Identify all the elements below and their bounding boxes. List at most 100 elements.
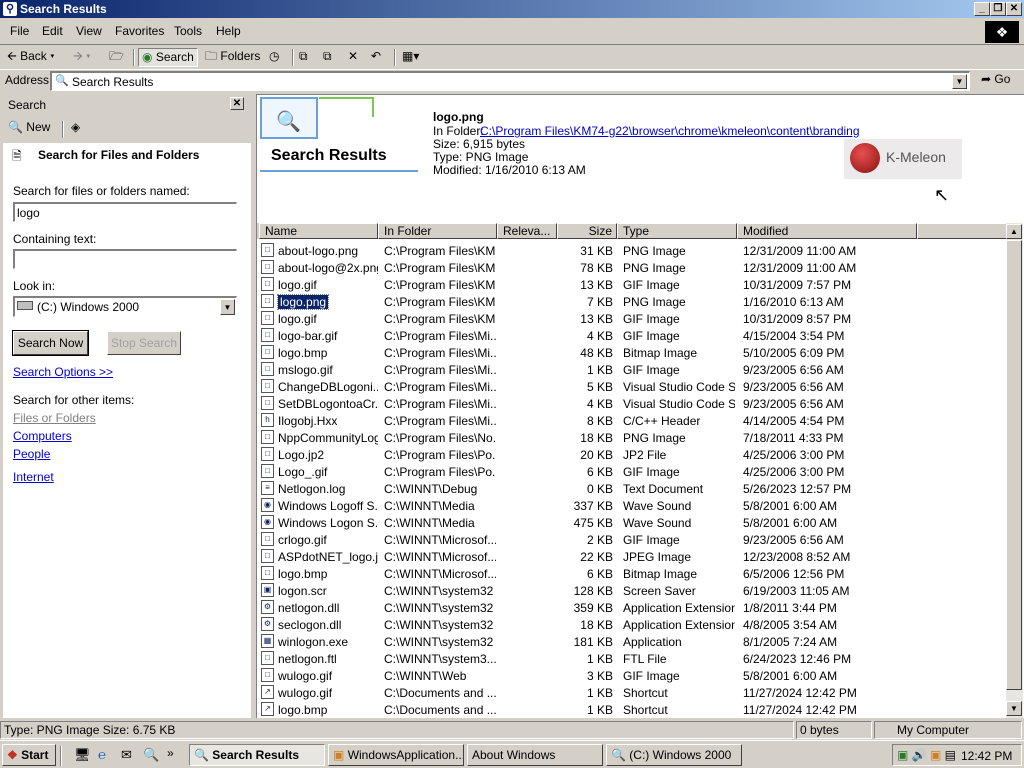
table-row[interactable]: ◉ Windows Logoff S... C:\WINNT\Media 337 KB…: [257, 497, 1007, 514]
table-row[interactable]: □ logo.bmp C:\WINNT\Microsof... 6 KB Bitmap …: [257, 565, 1007, 582]
table-row[interactable]: □ netlogon.ftl C:\WINNT\system3... 1 KB FTL …: [257, 650, 1007, 667]
table-row[interactable]: ⚙ netlogon.dll C:\WINNT\system32 359 KB Appl…: [257, 599, 1007, 616]
tray-app-icon[interactable]: ▣: [930, 748, 941, 762]
table-row[interactable]: □ Logo.jp2 C:\Program Files\Po... 20 KB JP2 …: [257, 446, 1007, 463]
named-input[interactable]: logo: [13, 202, 237, 222]
tray-security-icon[interactable]: ▤: [945, 748, 956, 762]
minimize-button[interactable]: _: [974, 2, 990, 16]
title-bar[interactable]: ⚲ Search Results _ ❐ ✕: [0, 0, 1024, 18]
cell-name: logo-bar.gif: [278, 329, 338, 343]
task-about-windows[interactable]: About Windows: [467, 744, 603, 766]
table-row[interactable]: ↗ logo.bmp C:\Documents and ... 1 KB Shortcu…: [257, 701, 1007, 718]
table-row[interactable]: □ logo.gif C:\Program Files\KM... 13 KB GIF …: [257, 310, 1007, 327]
quicklaunch-search-icon[interactable]: 🔍: [143, 747, 159, 763]
outlook-express-icon[interactable]: ✉: [121, 747, 132, 763]
start-button[interactable]: ❖ Start: [2, 744, 56, 766]
computers-link[interactable]: Computers: [13, 429, 72, 443]
move-to-button[interactable]: ⧉: [296, 48, 311, 67]
column-header-size[interactable]: Size: [557, 223, 617, 239]
table-row[interactable]: ▦ winlogon.exe C:\WINNT\system32 181 KB Appl…: [257, 633, 1007, 650]
undo-icon: ↶: [371, 49, 382, 63]
up-folder-button[interactable]: 🗁: [106, 48, 127, 67]
table-row[interactable]: □ mslogo.gif C:\Program Files\Mi... 1 KB GIF…: [257, 361, 1007, 378]
detail-in-folder-link[interactable]: C:\Program Files\KM74-g22\browser\chrome…: [480, 124, 860, 138]
search-button[interactable]: ◉ Search: [138, 48, 198, 67]
back-button[interactable]: 🡨 Back ▾: [4, 48, 58, 67]
menu-help[interactable]: Help: [216, 24, 241, 38]
table-row[interactable]: □ logo.gif C:\Program Files\KM... 13 KB GIF …: [257, 276, 1007, 293]
table-row[interactable]: □ logo.bmp C:\Program Files\Mi... 48 KB Bitm…: [257, 344, 1007, 361]
search-pane-close-button[interactable]: ✕: [230, 97, 244, 110]
quicklaunch-overflow-icon[interactable]: »: [167, 746, 174, 760]
table-row[interactable]: □ NppCommunityLog... C:\Program Files\No..…: [257, 429, 1007, 446]
maximize-button[interactable]: ❐: [990, 2, 1006, 16]
look-in-dropdown-button[interactable]: ▼: [220, 299, 235, 315]
column-header-type[interactable]: Type: [617, 223, 737, 239]
scroll-down-button[interactable]: ▼: [1006, 701, 1022, 716]
table-row[interactable]: □ ChangeDBLogoni... C:\Program Files\Mi...…: [257, 378, 1007, 395]
menu-favorites[interactable]: Favorites: [115, 24, 164, 38]
table-row[interactable]: □ logo-bar.gif C:\Program Files\Mi... 4 KB G…: [257, 327, 1007, 344]
table-row[interactable]: □ about-logo.png C:\Program Files\KM... 31 …: [257, 242, 1007, 259]
task-search-results[interactable]: 🔍 Search Results: [189, 744, 325, 766]
column-header-modified[interactable]: Modified: [737, 223, 917, 239]
containing-text-input[interactable]: [13, 249, 237, 269]
toolbar: 🡨 Back ▾ 🡪 ▾ 🗁 ◉ Search 🗀 Folders ◷ ⧉ ⧉ …: [0, 46, 1024, 68]
search-now-button[interactable]: Search Now: [12, 330, 89, 356]
delete-button[interactable]: ✕: [345, 48, 361, 67]
status-bar: Type: PNG Image Size: 6.75 KB 0 bytes My…: [0, 720, 1024, 740]
people-link[interactable]: People: [13, 447, 50, 461]
stop-search-button[interactable]: Stop Search: [107, 331, 181, 355]
address-dropdown-button[interactable]: ▼: [952, 74, 967, 89]
menu-edit[interactable]: Edit: [42, 24, 63, 38]
search-assistant-button[interactable]: ◈: [68, 119, 83, 138]
column-header-in-folder[interactable]: In Folder: [378, 223, 497, 239]
column-header-name[interactable]: Name: [259, 223, 378, 239]
table-row[interactable]: □ Logo_.gif C:\Program Files\Po... 6 KB GIF …: [257, 463, 1007, 480]
results-list[interactable]: Name In Folder Releva... Size Type Modif…: [256, 223, 1024, 718]
volume-tray-icon[interactable]: 🔊: [912, 748, 927, 762]
forward-button[interactable]: 🡪 ▾: [70, 48, 94, 67]
look-in-select[interactable]: (C:) Windows 2000 ▼: [13, 296, 237, 317]
internet-explorer-icon[interactable]: ℮: [98, 747, 106, 762]
undo-button[interactable]: ↶: [368, 48, 384, 67]
table-row[interactable]: ⚙ seclogon.dll C:\WINNT\system32 18 KB Appli…: [257, 616, 1007, 633]
menu-view[interactable]: View: [76, 24, 102, 38]
cell-size: 7 KB: [586, 295, 613, 309]
internet-link[interactable]: Internet: [13, 470, 54, 484]
table-row[interactable]: ≡ Netlogon.log C:\WINNT\Debug 0 KB Text Docu…: [257, 480, 1007, 497]
folders-button[interactable]: 🗀 Folders: [202, 48, 263, 67]
scroll-thumb[interactable]: [1006, 240, 1022, 690]
task-c-drive[interactable]: 🔍 (C:) Windows 2000: [606, 744, 742, 766]
vertical-scrollbar[interactable]: ▲ ▼: [1006, 223, 1023, 718]
table-row[interactable]: ◉ Windows Logon S... C:\WINNT\Media 475 KB W…: [257, 514, 1007, 531]
task-windows-application[interactable]: ▣ WindowsApplication...: [328, 744, 464, 766]
search-options-link[interactable]: Search Options >>: [13, 365, 113, 379]
views-button[interactable]: ▦▾: [399, 48, 422, 67]
new-search-button[interactable]: 🔍 New: [5, 119, 53, 138]
copy-to-button[interactable]: ⧉: [320, 48, 335, 67]
table-row[interactable]: ↗ wulogo.gif C:\Documents and ... 1 KB Short…: [257, 684, 1007, 701]
go-button[interactable]: ➦ Go: [978, 71, 1013, 90]
table-row[interactable]: □ logo.png C:\Program Files\KM... 7 KB PNG I…: [257, 293, 1007, 310]
history-button[interactable]: ◷: [266, 48, 282, 67]
network-tray-icon[interactable]: ▣: [897, 748, 908, 762]
search-pane-body: 🗎 Search for Files and Folders Search fo…: [3, 143, 251, 718]
column-header-relevance[interactable]: Releva...: [497, 223, 557, 239]
table-row[interactable]: h Ilogobj.Hxx C:\Program Files\Mi... 8 KB C/…: [257, 412, 1007, 429]
table-row[interactable]: □ SetDBLogontoaCr... C:\Program Files\Mi..…: [257, 395, 1007, 412]
close-button[interactable]: ✕: [1006, 2, 1022, 16]
cell-size: 1 KB: [586, 363, 613, 377]
scroll-up-button[interactable]: ▲: [1006, 224, 1022, 239]
table-row[interactable]: □ ASPdotNET_logo.j... C:\WINNT\Microsof...…: [257, 548, 1007, 565]
address-field[interactable]: 🔍 Search Results ▼: [50, 71, 970, 91]
files-or-folders-link[interactable]: Files or Folders: [13, 411, 96, 425]
cell-folder: C:\WINNT\Debug: [384, 482, 478, 496]
show-desktop-icon[interactable]: 🖥: [74, 747, 91, 763]
table-row[interactable]: □ about-logo@2x.png C:\Program Files\KM...…: [257, 259, 1007, 276]
menu-tools[interactable]: Tools: [174, 24, 202, 38]
table-row[interactable]: □ crlogo.gif C:\WINNT\Microsof... 2 KB GIF I…: [257, 531, 1007, 548]
table-row[interactable]: □ wulogo.gif C:\WINNT\Web 3 KB GIF Image 5/8/…: [257, 667, 1007, 684]
table-row[interactable]: ▣ logon.scr C:\WINNT\system32 128 KB Screen …: [257, 582, 1007, 599]
menu-file[interactable]: File: [10, 24, 29, 38]
